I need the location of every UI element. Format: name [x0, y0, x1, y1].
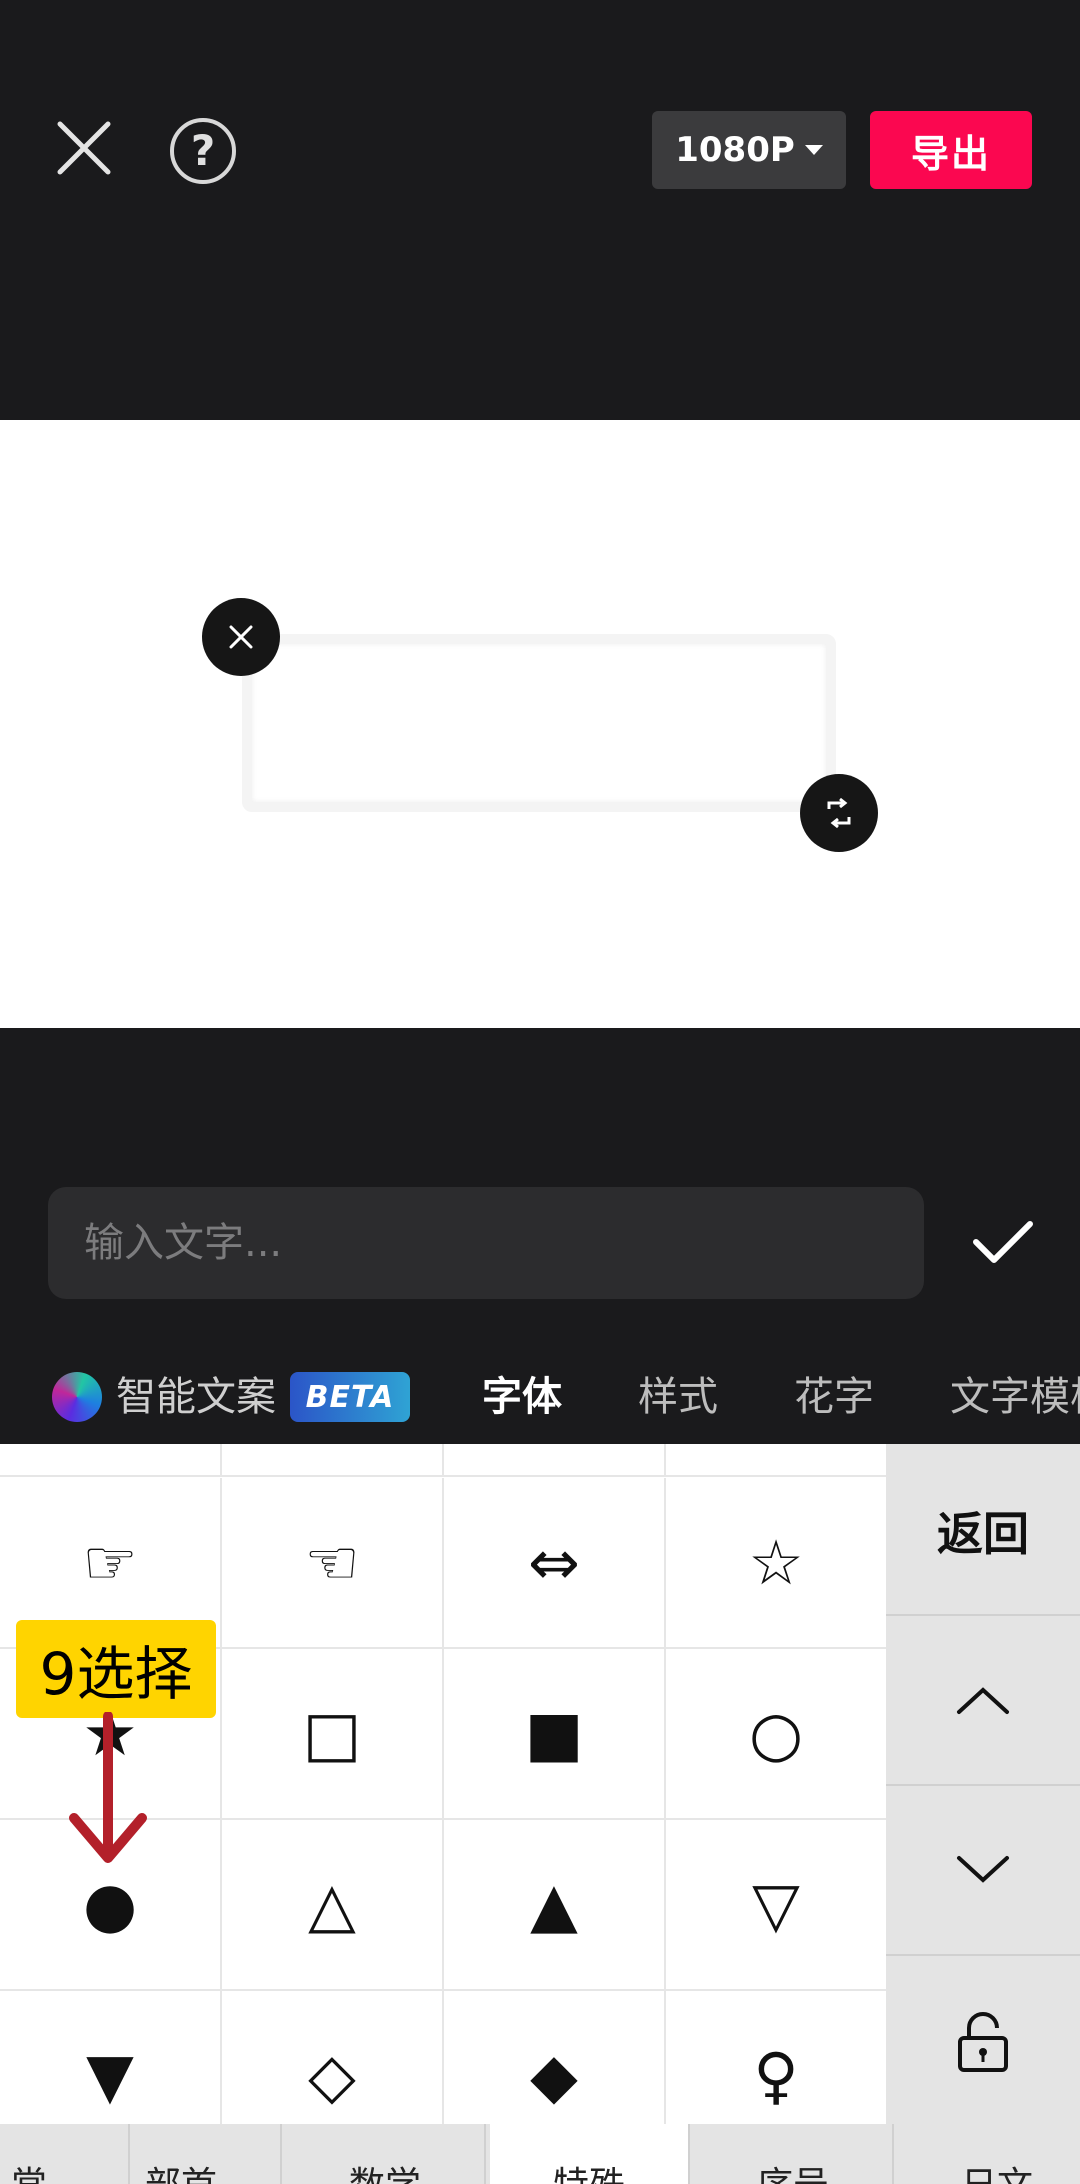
close-icon[interactable]	[48, 112, 120, 184]
symbol-key[interactable]: ◆	[444, 1991, 666, 2124]
symbol-key[interactable]	[444, 1444, 666, 1477]
symbol-key[interactable]: □	[222, 1649, 444, 1820]
symbol-key[interactable]: ▽	[666, 1820, 886, 1991]
symbol-category-tab[interactable]: 数学	[286, 2124, 486, 2184]
keyboard-side-panel: 返回	[886, 1444, 1080, 2124]
symbol-category-tab[interactable]: 日文	[898, 2124, 1080, 2184]
symbol-key[interactable]	[666, 1444, 886, 1477]
lock-icon[interactable]	[886, 1956, 1080, 2126]
symbol-key[interactable]: ○	[666, 1649, 886, 1820]
delete-handle-icon[interactable]	[202, 598, 280, 676]
tab-text-template[interactable]: 文字模板	[950, 1372, 1080, 1422]
help-icon[interactable]: ?	[170, 118, 236, 184]
tab-flower-text[interactable]: 花字	[794, 1372, 874, 1422]
symbol-category-bar: 常部首数学特殊序号日文	[0, 2124, 1080, 2184]
symbol-key[interactable]	[222, 1444, 444, 1477]
back-button[interactable]: 返回	[886, 1444, 1080, 1616]
symbol-key[interactable]: △	[222, 1820, 444, 1991]
tab-ai-copy[interactable]: 智能文案	[116, 1372, 276, 1422]
tab-font[interactable]: 字体	[482, 1372, 562, 1422]
resolution-dropdown[interactable]: 1080P	[652, 111, 846, 189]
ai-orb-icon	[52, 1372, 102, 1422]
chevron-down-icon[interactable]	[886, 1786, 1080, 1956]
symbol-key[interactable]: ◇	[222, 1991, 444, 2124]
text-input[interactable]	[48, 1187, 924, 1299]
tab-style[interactable]: 样式	[638, 1372, 718, 1422]
tutorial-step-label: 9选择	[16, 1620, 216, 1718]
text-box-placeholder[interactable]	[242, 634, 836, 812]
symbol-key[interactable]: ⇔	[444, 1478, 666, 1649]
symbol-category-tab[interactable]: 序号	[694, 2124, 894, 2184]
symbol-key[interactable]: ■	[444, 1649, 666, 1820]
editor-tabs: 智能文案 BETA 字体 样式 花字 文字模板	[0, 1328, 1080, 1444]
top-bar: ? 1080P 导出	[0, 0, 1080, 420]
chevron-up-icon[interactable]	[886, 1616, 1080, 1786]
confirm-check-icon[interactable]	[962, 1202, 1042, 1282]
caret-down-icon	[804, 145, 823, 155]
symbol-category-tab[interactable]: 部首	[82, 2124, 282, 2184]
symbol-key[interactable]: ▲	[444, 1820, 666, 1991]
symbol-key[interactable]: ▼	[0, 1991, 222, 2124]
beta-badge: BETA	[290, 1372, 410, 1422]
symbol-key[interactable]	[0, 1444, 222, 1477]
text-editor-panel: 智能文案 BETA 字体 样式 花字 文字模板	[0, 1028, 1080, 1444]
symbol-key[interactable]: ☜	[222, 1478, 444, 1649]
symbol-key[interactable]: ♀	[666, 1991, 886, 2124]
symbol-keyboard: ☞☜⇔☆★□■○●△▲▽▼◇◆♀ 返回 常部首数学特殊序号日文	[0, 1444, 1080, 2184]
symbol-category-tab[interactable]: 特殊	[490, 2124, 690, 2184]
resolution-label: 1080P	[675, 130, 795, 170]
tutorial-arrow-icon	[69, 1712, 147, 1863]
symbol-key[interactable]: ☆	[666, 1478, 886, 1649]
rotate-scale-handle-icon[interactable]	[800, 774, 878, 852]
video-preview	[0, 420, 1080, 1028]
export-button[interactable]: 导出	[870, 111, 1032, 189]
